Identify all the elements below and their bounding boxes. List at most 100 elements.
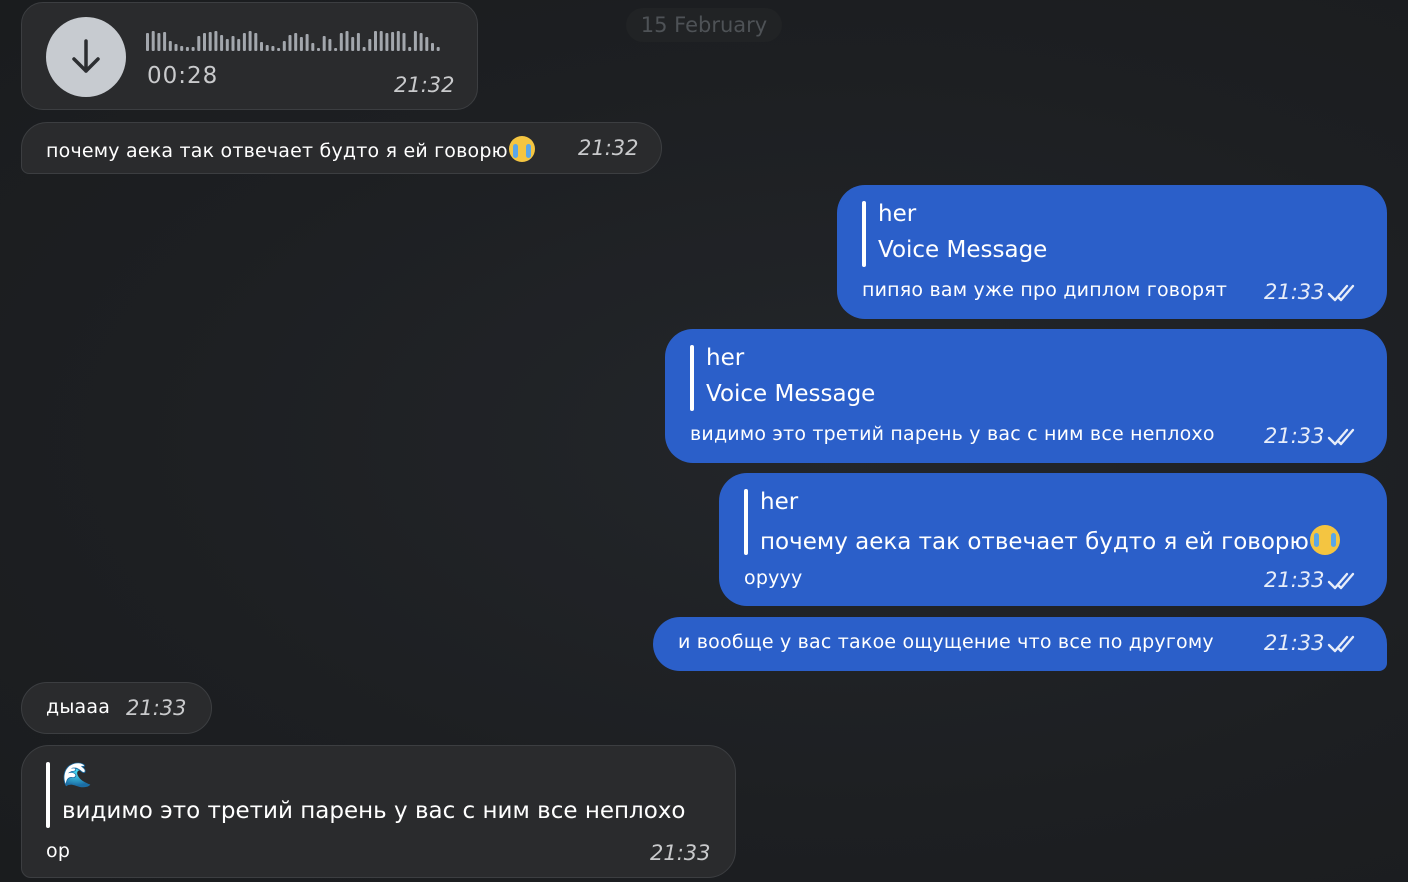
waveform-bar	[174, 44, 178, 51]
reply-quote-bar	[744, 489, 748, 555]
waveform-bar	[191, 47, 195, 51]
waveform-bar	[322, 36, 326, 51]
waveform-bar	[385, 33, 389, 51]
reply-quote-bar	[46, 762, 50, 828]
waveform-bar	[339, 33, 343, 51]
waveform-bar	[260, 42, 263, 51]
wave-emoji: 🌊	[62, 761, 92, 789]
double-check-icon	[1327, 635, 1355, 653]
incoming-message[interactable]: почему аека так отвечает будто я ей гово…	[21, 122, 662, 174]
loudly-crying-face-emoji	[1309, 525, 1340, 555]
reply-text: почему аека так отвечает будто я ей гово…	[760, 525, 1340, 555]
waveform-bar	[180, 46, 184, 51]
double-check-icon	[1327, 428, 1355, 446]
waveform-bar	[362, 47, 366, 51]
message-text-content: почему аека так отвечает будто я ей гово…	[46, 140, 508, 162]
waveform-bar	[299, 37, 303, 51]
waveform-bar	[271, 46, 275, 51]
message-time: 21:33	[1264, 568, 1325, 592]
outgoing-message[interactable]: her почему аека так отвечает будто я ей …	[719, 473, 1387, 606]
message-time: 21:33	[1264, 631, 1325, 655]
message-time: 21:33	[126, 696, 187, 720]
message-text: видимо это третий парень у вас с ним все…	[690, 423, 1215, 445]
message-text: оруyy	[744, 567, 803, 589]
waveform-bar	[379, 31, 383, 51]
waveform-bar	[214, 31, 218, 51]
waveform-bar	[368, 39, 372, 51]
waveform-bar	[168, 41, 172, 51]
message-text: ор	[46, 840, 71, 862]
waveform-bar	[248, 31, 252, 51]
reply-author: her	[706, 345, 745, 371]
waveform-bar	[328, 39, 332, 51]
message-time: 21:33	[1264, 424, 1325, 448]
waveform-bar	[208, 32, 212, 51]
waveform-bar	[254, 33, 258, 51]
waveform-bar	[151, 31, 155, 51]
message-time: 21:33	[1264, 280, 1325, 304]
double-check-icon	[1327, 284, 1355, 302]
waveform-bar	[425, 37, 429, 51]
waveform-bar	[305, 34, 309, 51]
waveform-bar	[242, 33, 246, 51]
waveform-bar	[220, 35, 224, 51]
reply-text-content: почему аека так отвечает будто я ей гово…	[760, 529, 1309, 555]
waveform-bar	[163, 32, 167, 51]
loudly-crying-face-emoji	[508, 136, 535, 162]
waveform-bar	[396, 31, 400, 51]
waveform-bar	[146, 33, 149, 51]
message-text: почему аека так отвечает будто я ей гово…	[46, 136, 535, 162]
waveform-bar	[265, 45, 269, 51]
waveform-bar	[436, 47, 440, 51]
waveform-bar	[197, 36, 201, 51]
waveform-bar	[282, 41, 286, 51]
waveform-bar	[391, 32, 395, 51]
message-time: 21:32	[394, 73, 455, 97]
outgoing-message[interactable]: her Voice Message пипяо вам уже про дипл…	[837, 185, 1387, 319]
incoming-message[interactable]: дыааа 21:33	[21, 682, 212, 734]
waveform-bar	[408, 47, 412, 51]
reply-text: Voice Message	[878, 237, 1048, 263]
voice-duration: 00:28	[147, 63, 219, 89]
waveform-bar	[345, 31, 349, 51]
waveform-bar	[351, 37, 355, 51]
waveform-bar	[288, 35, 292, 51]
waveform-bar	[431, 43, 434, 51]
waveform-bar	[294, 33, 298, 51]
double-check-icon	[1327, 572, 1355, 590]
waveform	[146, 31, 440, 51]
message-text: и вообще у вас такое ощущение что все по…	[678, 631, 1214, 653]
date-separator: 15 February	[626, 8, 782, 42]
reply-text: Voice Message	[706, 381, 876, 407]
waveform-bar	[413, 31, 417, 51]
message-time: 21:33	[650, 841, 711, 865]
waveform-bar	[231, 36, 235, 51]
reply-text: видимо это третий парень у вас с ним все…	[62, 798, 686, 824]
message-time: 21:32	[578, 136, 639, 160]
waveform-bar	[237, 39, 241, 51]
reply-quote-bar	[862, 201, 866, 267]
waveform-bar	[356, 33, 360, 51]
waveform-bar	[311, 43, 315, 51]
voice-message-bubble[interactable]: 00:28 21:32	[21, 2, 478, 110]
message-text: пипяо вам уже про диплом говорят	[862, 279, 1228, 301]
reply-author: her	[760, 489, 799, 515]
waveform-bar	[277, 48, 281, 51]
waveform-bar	[157, 33, 161, 51]
message-text: дыааа	[46, 696, 111, 718]
outgoing-message[interactable]: her Voice Message видимо это третий паре…	[665, 329, 1387, 463]
download-button[interactable]	[46, 17, 126, 97]
download-arrow-icon	[72, 39, 100, 73]
waveform-bar	[402, 33, 406, 51]
waveform-bar	[419, 33, 423, 51]
reply-author: her	[878, 201, 917, 227]
waveform-bar	[203, 33, 206, 51]
reply-quote-bar	[690, 345, 694, 411]
incoming-message[interactable]: 🌊 видимо это третий парень у вас с ним в…	[21, 745, 736, 878]
waveform-bar	[185, 47, 189, 51]
waveform-bar	[225, 39, 229, 51]
waveform-bar	[374, 31, 377, 51]
waveform-bar	[334, 48, 338, 51]
outgoing-message[interactable]: и вообще у вас такое ощущение что все по…	[653, 617, 1387, 671]
waveform-bar	[317, 48, 320, 51]
